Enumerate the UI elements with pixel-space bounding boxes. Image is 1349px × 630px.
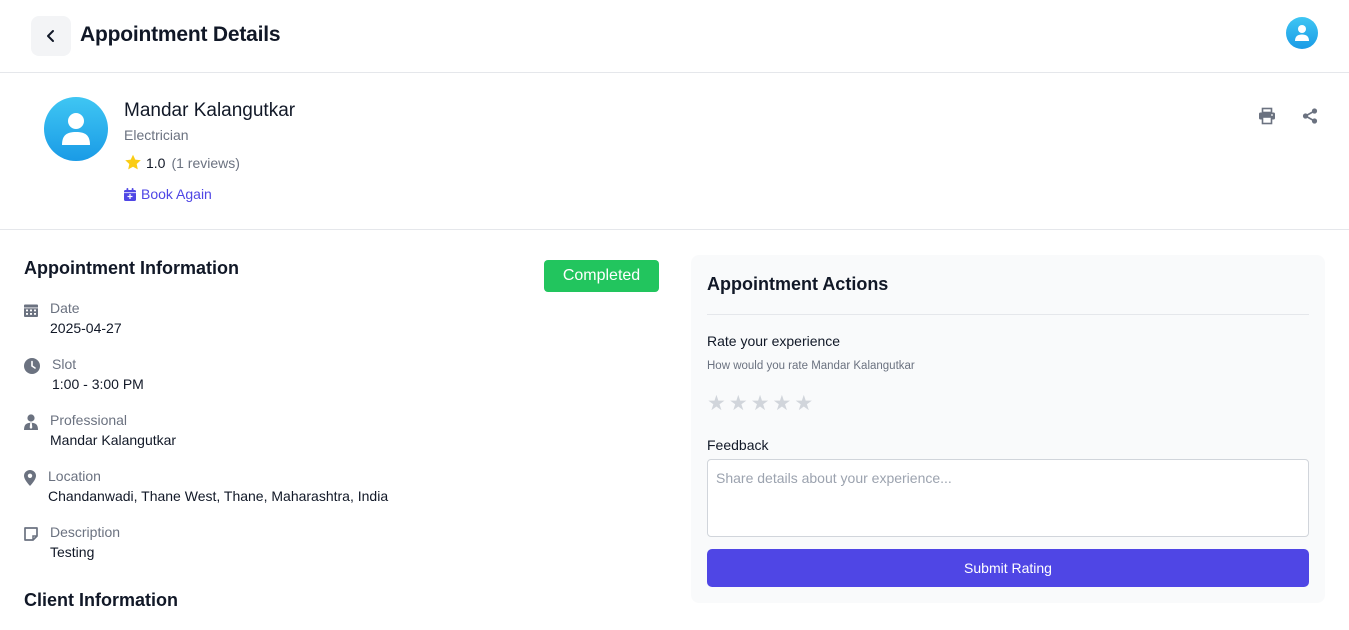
- description-value: Testing: [50, 544, 95, 560]
- date-value: 2025-04-27: [50, 320, 122, 336]
- appointment-info-title: Appointment Information: [24, 258, 239, 278]
- star-rating-input: ★ ★ ★ ★ ★: [707, 391, 813, 417]
- star-icon[interactable]: ★: [794, 391, 813, 417]
- star-icon: [125, 154, 141, 170]
- star-icon[interactable]: ★: [729, 391, 748, 417]
- user-icon: [62, 113, 90, 145]
- print-icon: [1259, 107, 1275, 125]
- reviews-count: (1 reviews): [171, 154, 240, 171]
- slot-label: Slot: [52, 356, 77, 372]
- client-info-title: Client Information: [24, 590, 178, 610]
- star-icon[interactable]: ★: [772, 391, 791, 417]
- professional-name: Mandar Kalangutkar: [124, 100, 296, 121]
- actions-title: Appointment Actions: [707, 274, 889, 294]
- user-tie-icon: [24, 414, 38, 430]
- location-label: Location: [48, 468, 101, 484]
- submit-rating-button[interactable]: Submit Rating: [707, 549, 1309, 587]
- location-value: Chandanwadi, Thane West, Thane, Maharash…: [48, 488, 389, 504]
- star-icon[interactable]: ★: [707, 391, 726, 417]
- clock-icon: [24, 358, 40, 374]
- book-again-link[interactable]: Book Again: [124, 186, 212, 202]
- chevron-left-icon: [47, 30, 54, 42]
- page-title: Appointment Details: [80, 23, 281, 46]
- professional-role: Electrician: [124, 127, 189, 143]
- share-button[interactable]: [1302, 108, 1318, 124]
- share-icon: [1302, 108, 1318, 124]
- professional-value: Mandar Kalangutkar: [50, 432, 177, 448]
- divider: [707, 314, 1309, 315]
- appointment-actions-panel: Appointment Actions Rate your experience…: [691, 255, 1325, 603]
- note-icon: [24, 527, 38, 541]
- calendar-plus-icon: [124, 187, 136, 201]
- map-pin-icon: [24, 470, 36, 486]
- professional-label: Professional: [50, 412, 128, 428]
- professional-rating: 1.0 (1 reviews): [124, 154, 240, 171]
- professional-avatar: [44, 97, 108, 161]
- slot-value: 1:00 - 3:00 PM: [52, 376, 144, 392]
- back-button[interactable]: [31, 16, 71, 56]
- status-badge: Completed: [544, 260, 659, 292]
- rating-value: 1.0: [146, 154, 166, 171]
- calendar-icon: [24, 304, 38, 317]
- date-label: Date: [50, 300, 80, 316]
- rate-subtitle: How would you rate Mandar Kalangutkar: [707, 360, 915, 372]
- feedback-textarea[interactable]: [707, 459, 1309, 537]
- star-icon[interactable]: ★: [751, 391, 770, 417]
- top-bar: Appointment Details: [0, 0, 1349, 73]
- user-icon: [1295, 25, 1309, 41]
- feedback-label: Feedback: [707, 437, 769, 453]
- description-label: Description: [50, 524, 121, 540]
- rate-title: Rate your experience: [707, 333, 841, 349]
- professional-card: Mandar Kalangutkar Electrician 1.0 (1 re…: [0, 73, 1349, 230]
- book-again-label: Book Again: [141, 186, 212, 202]
- user-avatar-button[interactable]: [1286, 17, 1318, 49]
- print-button[interactable]: [1258, 107, 1276, 125]
